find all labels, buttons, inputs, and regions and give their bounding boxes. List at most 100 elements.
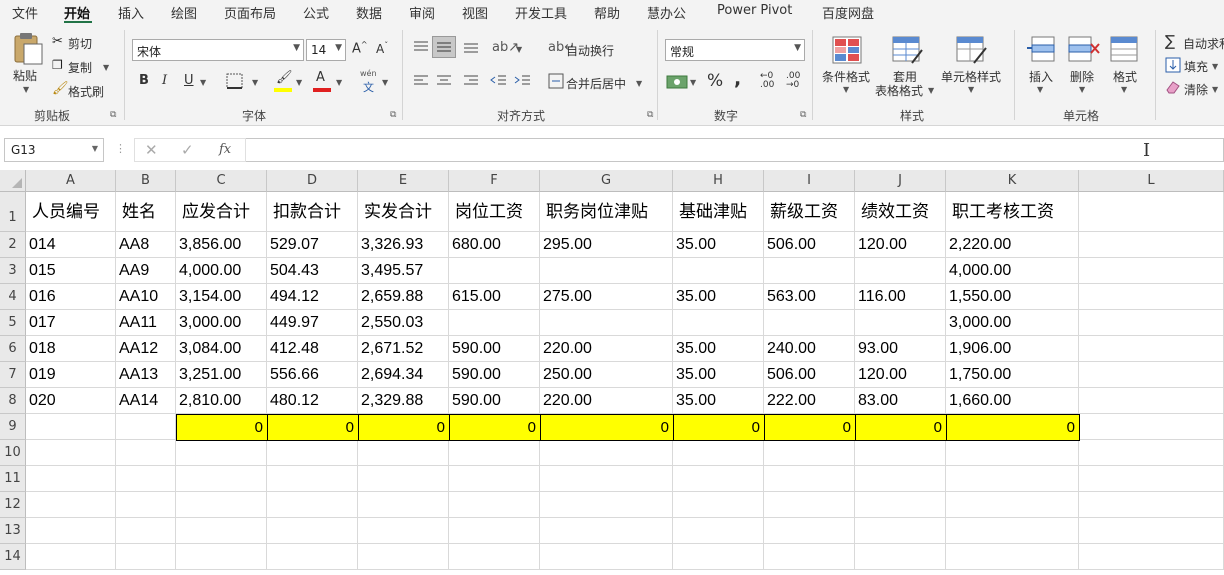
data-cell[interactable]: 018 [26, 336, 116, 362]
grid-cell[interactable] [673, 258, 764, 284]
tab-draw[interactable]: 绘图 [171, 3, 197, 22]
data-cell[interactable]: AA9 [116, 258, 176, 284]
column-header-d[interactable]: D [267, 170, 358, 192]
data-cell[interactable]: 275.00 [540, 284, 673, 310]
data-cell[interactable]: 494.12 [267, 284, 358, 310]
grid-cell[interactable] [358, 544, 449, 570]
comma-button[interactable]: , [734, 68, 741, 90]
data-cell[interactable]: 3,000.00 [176, 310, 267, 336]
border-icon[interactable] [226, 73, 244, 89]
data-cell[interactable]: 2,220.00 [946, 232, 1079, 258]
header-cell[interactable]: 岗位工资 [449, 192, 540, 232]
column-header-k[interactable]: K [946, 170, 1079, 192]
tab-developer[interactable]: 开发工具 [515, 3, 567, 22]
column-header-g[interactable]: G [540, 170, 673, 192]
grid-cell[interactable] [1079, 544, 1224, 570]
total-cell[interactable]: 0 [358, 414, 450, 441]
font-color-icon[interactable]: A [316, 70, 325, 85]
data-cell[interactable]: 3,326.93 [358, 232, 449, 258]
italic-button[interactable]: I [162, 73, 167, 88]
grid-cell[interactable] [358, 440, 449, 466]
autosum-icon[interactable]: ∑ [1165, 32, 1175, 50]
row-header-8[interactable]: 8 [0, 388, 26, 414]
font-size-select[interactable]: 14 ▼ [306, 39, 346, 61]
data-cell[interactable]: 1,660.00 [946, 388, 1079, 414]
grid-cell[interactable] [1079, 284, 1224, 310]
paste-dropdown-icon[interactable]: ▼ [23, 85, 29, 94]
merge-dropdown-icon[interactable]: ▼ [636, 79, 642, 88]
grid-cell[interactable] [449, 518, 540, 544]
grid-cell[interactable] [673, 518, 764, 544]
grid-cell[interactable] [855, 310, 946, 336]
spreadsheet-grid[interactable]: ABCDEFGHIJKL 1 2 3 4 5 6 7 8 9 10 11 12 13 14 人员编号 姓名应… [0, 170, 1224, 575]
increase-decimal-icon[interactable]: ←0.00 [760, 72, 774, 90]
grid-cell[interactable] [26, 440, 116, 466]
copy-dropdown-icon[interactable]: ▼ [103, 63, 109, 72]
row-header-3[interactable]: 3 [0, 258, 26, 284]
grid-cell[interactable] [1079, 466, 1224, 492]
data-cell[interactable]: 35.00 [673, 362, 764, 388]
scissors-icon[interactable]: ✂ [52, 34, 63, 49]
grid-cell[interactable] [764, 466, 855, 492]
data-cell[interactable]: AA11 [116, 310, 176, 336]
row-header-13[interactable]: 13 [0, 518, 26, 544]
tab-file[interactable]: 文件 [12, 3, 38, 22]
header-cell[interactable]: 人员编号 [26, 192, 116, 232]
grid-cell[interactable] [26, 466, 116, 492]
data-cell[interactable]: 529.07 [267, 232, 358, 258]
grid-cell[interactable] [673, 466, 764, 492]
paste-icon[interactable] [12, 32, 44, 66]
align-bottom-icon[interactable] [462, 40, 480, 54]
grid-cell[interactable] [267, 492, 358, 518]
data-cell[interactable]: 295.00 [540, 232, 673, 258]
accounting-dropdown-icon[interactable]: ▼ [690, 78, 696, 87]
grid-cell[interactable] [764, 492, 855, 518]
grid-cell[interactable] [855, 518, 946, 544]
decrease-decimal-icon[interactable]: .00 →0 [786, 72, 800, 90]
conditional-dropdown-icon[interactable]: ▼ [843, 85, 849, 94]
grid-cell[interactable] [764, 440, 855, 466]
data-cell[interactable]: 35.00 [673, 336, 764, 362]
row-header-7[interactable]: 7 [0, 362, 26, 388]
row-header-5[interactable]: 5 [0, 310, 26, 336]
data-cell[interactable]: 93.00 [855, 336, 946, 362]
tab-home[interactable]: 开始 [64, 3, 90, 22]
paste-button[interactable]: 粘贴 [13, 67, 37, 84]
cell-styles-icon[interactable] [956, 36, 988, 64]
data-cell[interactable]: 35.00 [673, 388, 764, 414]
data-cell[interactable]: 680.00 [449, 232, 540, 258]
increase-indent-icon[interactable] [514, 74, 532, 88]
percent-button[interactable]: % [707, 71, 723, 91]
data-cell[interactable]: 250.00 [540, 362, 673, 388]
clear-dropdown-icon[interactable]: ▼ [1212, 85, 1218, 94]
grid-cell[interactable] [267, 518, 358, 544]
data-cell[interactable]: 412.48 [267, 336, 358, 362]
grid-cell[interactable] [116, 492, 176, 518]
grid-cell[interactable] [946, 544, 1079, 570]
grid-cell[interactable] [116, 544, 176, 570]
grid-cell[interactable] [764, 310, 855, 336]
copy-icon[interactable]: ❐ [52, 58, 63, 72]
grid-cell[interactable] [540, 258, 673, 284]
grid-cell[interactable] [1079, 388, 1224, 414]
grid-cell[interactable] [540, 440, 673, 466]
phonetic-guide-label[interactable]: wén [360, 69, 377, 78]
format-painter-button[interactable]: 格式刷 [68, 83, 104, 100]
row-header-1[interactable]: 1 [0, 192, 26, 232]
header-cell[interactable]: 职工考核工资 [946, 192, 1079, 232]
data-cell[interactable]: 220.00 [540, 336, 673, 362]
grid-cell[interactable] [540, 466, 673, 492]
grid-cell[interactable] [946, 440, 1079, 466]
grid-cell[interactable] [1079, 518, 1224, 544]
total-cell[interactable]: 0 [855, 414, 947, 441]
grid-cell[interactable] [267, 466, 358, 492]
fill-button[interactable]: 填充 [1184, 58, 1208, 75]
data-cell[interactable]: AA13 [116, 362, 176, 388]
grid-cell[interactable] [26, 492, 116, 518]
data-cell[interactable]: 3,084.00 [176, 336, 267, 362]
data-cell[interactable]: 449.97 [267, 310, 358, 336]
tab-review[interactable]: 审阅 [409, 3, 435, 22]
data-cell[interactable]: 3,495.57 [358, 258, 449, 284]
total-cell[interactable]: 0 [946, 414, 1080, 441]
grid-cell[interactable] [116, 518, 176, 544]
